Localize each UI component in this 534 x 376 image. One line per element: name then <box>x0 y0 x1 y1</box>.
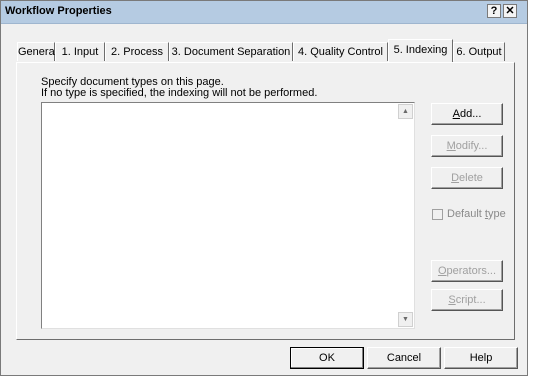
modify-button-mnemonic: M <box>446 140 456 152</box>
modify-button[interactable]: Modify... <box>431 135 503 157</box>
delete-button-label: elete <box>459 172 483 184</box>
operators-button[interactable]: Operators... <box>431 260 503 282</box>
default-type-box[interactable] <box>432 209 443 220</box>
help-icon[interactable]: ? <box>487 4 501 18</box>
document-types-list[interactable]: ▲ ▼ <box>41 102 415 329</box>
description-line-2: If no type is specified, the indexing wi… <box>41 87 318 99</box>
tab-process[interactable]: 2. Process <box>105 42 169 61</box>
ok-button[interactable]: OK <box>290 347 364 369</box>
modify-button-label: odify... <box>455 140 488 152</box>
add-button-label: dd... <box>459 108 482 120</box>
title-bar[interactable]: Workflow Properties ? ✕ <box>1 1 527 24</box>
script-button[interactable]: Script... <box>431 289 503 311</box>
script-button-label: cript... <box>455 294 486 306</box>
operators-button-mnemonic: O <box>437 265 447 277</box>
default-type-label-suffix: ype <box>487 208 506 220</box>
delete-button[interactable]: Delete <box>431 167 503 189</box>
tab-indexing[interactable]: 5. Indexing <box>388 39 453 62</box>
help-button[interactable]: Help <box>444 347 518 369</box>
window-title: Workflow Properties <box>5 5 112 17</box>
tab-quality-control[interactable]: 4. Quality Control <box>293 42 388 61</box>
tab-input[interactable]: 1. Input <box>55 42 105 61</box>
scroll-down-icon[interactable]: ▼ <box>398 312 413 327</box>
close-icon[interactable]: ✕ <box>503 4 517 18</box>
add-button[interactable]: Add... <box>431 103 503 125</box>
tab-general[interactable]: General <box>17 42 57 61</box>
scroll-up-icon[interactable]: ▲ <box>398 104 413 119</box>
tab-output[interactable]: 6. Output <box>453 42 505 61</box>
add-button-mnemonic: A <box>452 108 460 120</box>
cancel-button[interactable]: Cancel <box>367 347 441 369</box>
tab-document-separation[interactable]: 3. Document Separation <box>169 42 293 61</box>
delete-button-mnemonic: D <box>451 172 460 184</box>
operators-button-label: perators... <box>446 265 497 277</box>
default-type-label: Default type <box>447 208 506 220</box>
workflow-properties-dialog: Workflow Properties ? ✕ General 1. Input… <box>0 0 528 376</box>
default-type-label-prefix: Default <box>447 208 485 220</box>
script-button-mnemonic: S <box>448 294 456 306</box>
